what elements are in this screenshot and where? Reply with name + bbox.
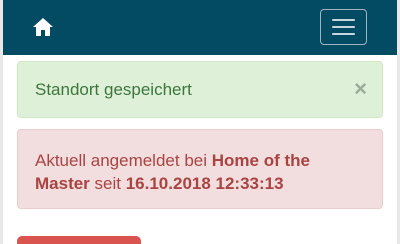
- status-middle: seit: [89, 174, 126, 193]
- success-message: Standort gespeichert: [35, 80, 192, 99]
- login-datetime: 16.10.2018 12:33:13: [125, 174, 284, 193]
- close-button[interactable]: ×: [354, 78, 367, 100]
- status-prefix: Aktuell angemeldet bei: [35, 151, 212, 170]
- login-status-alert: Aktuell angemeldet bei Home of the Maste…: [17, 129, 383, 209]
- left-edge: [0, 0, 3, 244]
- danger-action-button[interactable]: [17, 236, 141, 244]
- hamburger-menu-icon-bar: [332, 33, 355, 35]
- navbar: [0, 0, 400, 55]
- home-icon: [33, 18, 53, 36]
- navbar-toggle-button[interactable]: [320, 9, 367, 45]
- hamburger-menu-icon-bar: [332, 19, 355, 21]
- success-alert: Standort gespeichert ×: [17, 61, 383, 118]
- hamburger-menu-icon-bar: [332, 26, 355, 28]
- login-status-message: Aktuell angemeldet bei Home of the Maste…: [35, 149, 368, 195]
- home-button[interactable]: [30, 15, 56, 39]
